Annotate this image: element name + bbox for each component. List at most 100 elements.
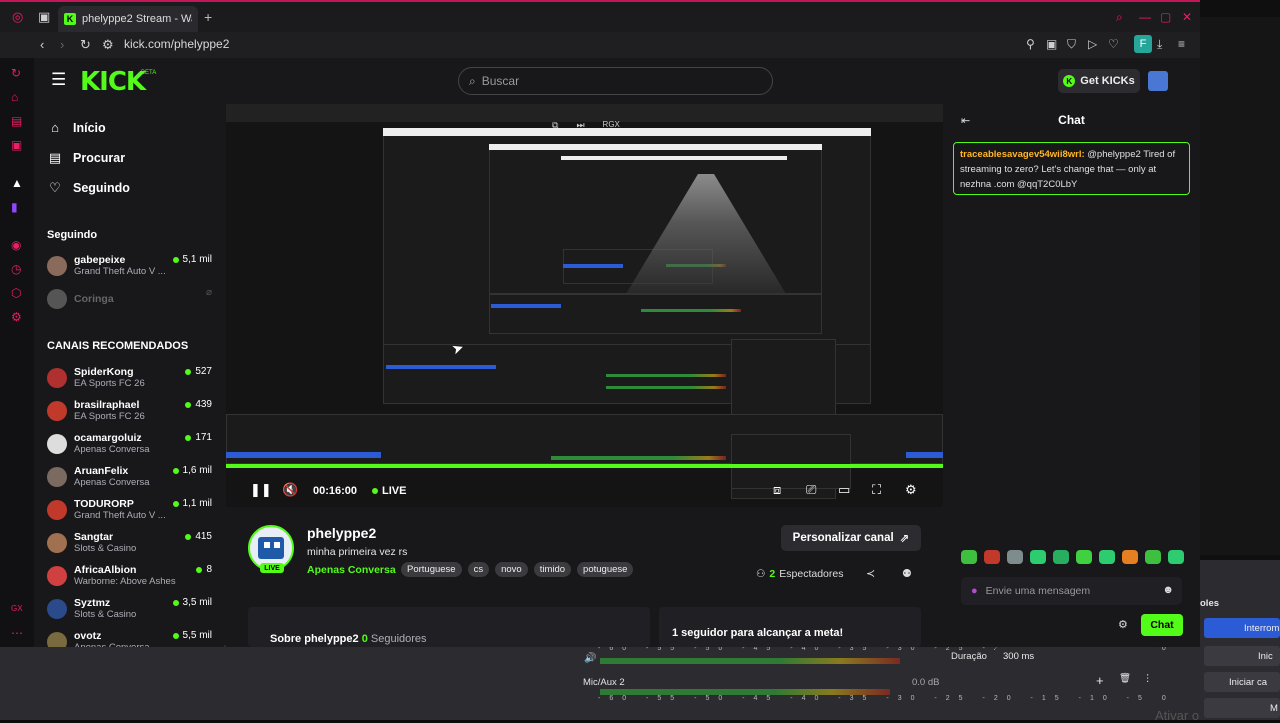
- settings-icon[interactable]: ⚙: [11, 310, 22, 324]
- miniplayer-icon[interactable]: ▭: [838, 482, 850, 498]
- stream-tag[interactable]: novo: [495, 562, 528, 577]
- gx-icon[interactable]: GX: [11, 604, 23, 613]
- instagram-icon[interactable]: ▣: [11, 138, 22, 152]
- opera-logo-icon[interactable]: ◎: [12, 9, 23, 25]
- stream-screen-panel: [489, 144, 822, 150]
- stream-category[interactable]: Apenas Conversa: [307, 564, 396, 576]
- aria-icon[interactable]: ↻: [11, 66, 21, 80]
- fullscreen-icon[interactable]: ⛶: [872, 482, 881, 498]
- customize-channel-button[interactable]: Personalizar canal ⇗: [781, 525, 921, 551]
- channel-name[interactable]: phelyppe2: [307, 525, 376, 541]
- mute-icon[interactable]: 🔇: [282, 482, 298, 498]
- emote-icon[interactable]: [1007, 550, 1023, 564]
- sidebar-channel[interactable]: TODURORP Grand Theft Auto V ... 1,1 mil: [47, 498, 217, 528]
- obs-more-icon[interactable]: ⋮: [1143, 673, 1153, 684]
- emote-icon[interactable]: [1168, 550, 1184, 564]
- nav-following[interactable]: ♡ Seguindo: [47, 180, 130, 196]
- tab-menu-icon[interactable]: ▣: [38, 9, 50, 25]
- stream-tag[interactable]: Portuguese: [401, 562, 462, 577]
- stream-tag[interactable]: timido: [533, 562, 572, 577]
- close-icon[interactable]: ✕: [1182, 10, 1192, 24]
- sidebar-channel[interactable]: ocamargoluiz Apenas Conversa 171: [47, 432, 217, 462]
- menu-icon[interactable]: ≡: [1178, 37, 1185, 51]
- minimize-icon[interactable]: —: [1139, 10, 1151, 24]
- obs-mode-button[interactable]: M: [1204, 698, 1280, 718]
- search-tabs-icon[interactable]: ⌕: [1116, 10, 1123, 25]
- tools-icon[interactable]: ⌂: [11, 90, 18, 104]
- obs-add-icon[interactable]: +: [1096, 673, 1104, 688]
- browser-tab[interactable]: K phelyppe2 Stream - Watch: [58, 6, 198, 32]
- theater-mode-icon[interactable]: ⧈: [773, 482, 781, 498]
- play-icon[interactable]: ▷: [1088, 37, 1097, 51]
- chat-message-user[interactable]: traceablesavagev54wii8wrl:: [960, 149, 1085, 160]
- nav-home[interactable]: ⌂ Início: [47, 120, 106, 135]
- share-icon[interactable]: ≺: [866, 567, 875, 580]
- shield-icon[interactable]: ⛉: [1067, 37, 1076, 52]
- maximize-icon[interactable]: ▢: [1160, 10, 1171, 24]
- twitch-icon[interactable]: ▮: [11, 200, 18, 214]
- obs-duration-input[interactable]: 300 ms: [995, 647, 1155, 665]
- search-bar[interactable]: ⌕: [458, 67, 773, 95]
- heart-icon[interactable]: ♡: [1108, 37, 1119, 51]
- chat-message-input[interactable]: [985, 585, 1146, 597]
- sidebar-channel[interactable]: ovotzApenas Conversa5,5 mil: [47, 630, 217, 647]
- emote-icon[interactable]: [1053, 550, 1069, 564]
- emote-icon[interactable]: [1030, 550, 1046, 564]
- sidebar-channel[interactable]: SpiderKong EA Sports FC 26 527: [47, 366, 217, 396]
- forward-icon[interactable]: ›: [60, 37, 64, 52]
- new-tab-icon[interactable]: +: [204, 9, 212, 25]
- emote-icon[interactable]: [1122, 550, 1138, 564]
- reload-icon[interactable]: ↻: [80, 37, 91, 53]
- mic-icon[interactable]: ●: [971, 585, 978, 597]
- kick-logo[interactable]: KICK: [80, 67, 146, 97]
- emote-icon[interactable]: [1076, 550, 1092, 564]
- sidebar-channel[interactable]: Coringa ⌀: [47, 287, 217, 317]
- get-kicks-button[interactable]: K Get KICKs: [1058, 69, 1140, 93]
- stream-tag[interactable]: potuguese: [577, 562, 634, 577]
- clip-icon[interactable]: ⎚: [806, 482, 816, 498]
- download-icon[interactable]: ⤓: [1157, 37, 1162, 52]
- channel-category: Apenas Conversa: [74, 642, 179, 647]
- sidebar-channel[interactable]: AfricaAlbion Warborne: Above Ashes 8: [47, 564, 217, 594]
- more-icon[interactable]: ⋯: [11, 626, 23, 640]
- obs-start-button[interactable]: Inic: [1204, 646, 1280, 666]
- url-text[interactable]: kick.com/phelyppe2: [124, 37, 229, 51]
- back-icon[interactable]: ‹: [40, 37, 44, 52]
- obs-trash-icon[interactable]: 🗑: [1119, 673, 1131, 684]
- emote-icon[interactable]: [984, 550, 1000, 564]
- follow-user-icon[interactable]: ⚉: [902, 567, 912, 580]
- obs-start-recording-button[interactable]: Iniciar ca: [1204, 672, 1280, 692]
- hamburger-menu-icon[interactable]: ☰: [51, 70, 66, 90]
- history-icon[interactable]: ◷: [11, 262, 21, 276]
- player-progress-bar[interactable]: [226, 464, 943, 468]
- chat-input-box[interactable]: ● ☻: [961, 577, 1182, 605]
- beta-badge: BETA: [141, 70, 157, 76]
- nav-browse[interactable]: ▤ Procurar: [47, 150, 125, 166]
- chat-settings-icon[interactable]: ⚙: [1118, 618, 1128, 631]
- user-avatar[interactable]: [1148, 71, 1168, 91]
- security-icon[interactable]: ⚙: [102, 37, 114, 53]
- profile-avatar[interactable]: F: [1134, 35, 1152, 53]
- sidebar-channel[interactable]: Syztmz Slots & Casino 3,5 mil: [47, 597, 217, 627]
- emote-icon[interactable]: [1145, 550, 1161, 564]
- chat-send-button[interactable]: Chat: [1141, 614, 1183, 636]
- search-input[interactable]: [481, 74, 752, 88]
- emoji-icon[interactable]: ☻: [1162, 584, 1174, 596]
- arrow-icon[interactable]: ▲: [11, 176, 23, 190]
- player-icon[interactable]: ◉: [11, 238, 21, 252]
- emote-icon[interactable]: [1099, 550, 1115, 564]
- sidebar-channel[interactable]: brasilraphael EA Sports FC 26 439: [47, 399, 217, 429]
- pause-icon[interactable]: ❚❚: [250, 482, 272, 498]
- sidebar-channel[interactable]: gabepeixe Grand Theft Auto V ... 5,1 mil: [47, 254, 217, 284]
- pin-icon[interactable]: ⚲: [1026, 37, 1035, 51]
- obs-stop-button[interactable]: Interrom: [1204, 618, 1280, 638]
- video-player[interactable]: ⧉ ⏭ RGX ➤ ❚❚ 🔇 00:16:00 LIVE ⧈ ⎚ ▭ ⛶ ⚙: [226, 104, 943, 507]
- snapshot-icon[interactable]: ▣: [1046, 37, 1057, 51]
- stream-tag[interactable]: cs: [467, 562, 490, 577]
- sidebar-channel[interactable]: Sangtar Slots & Casino 415: [47, 531, 217, 561]
- sidebar-channel[interactable]: AruanFelix Apenas Conversa 1,6 mil: [47, 465, 217, 495]
- messenger-icon[interactable]: ▤: [11, 114, 22, 128]
- emote-icon[interactable]: [961, 550, 977, 564]
- extensions-icon[interactable]: ⬡: [11, 286, 21, 300]
- settings-gear-icon[interactable]: ⚙: [905, 482, 917, 498]
